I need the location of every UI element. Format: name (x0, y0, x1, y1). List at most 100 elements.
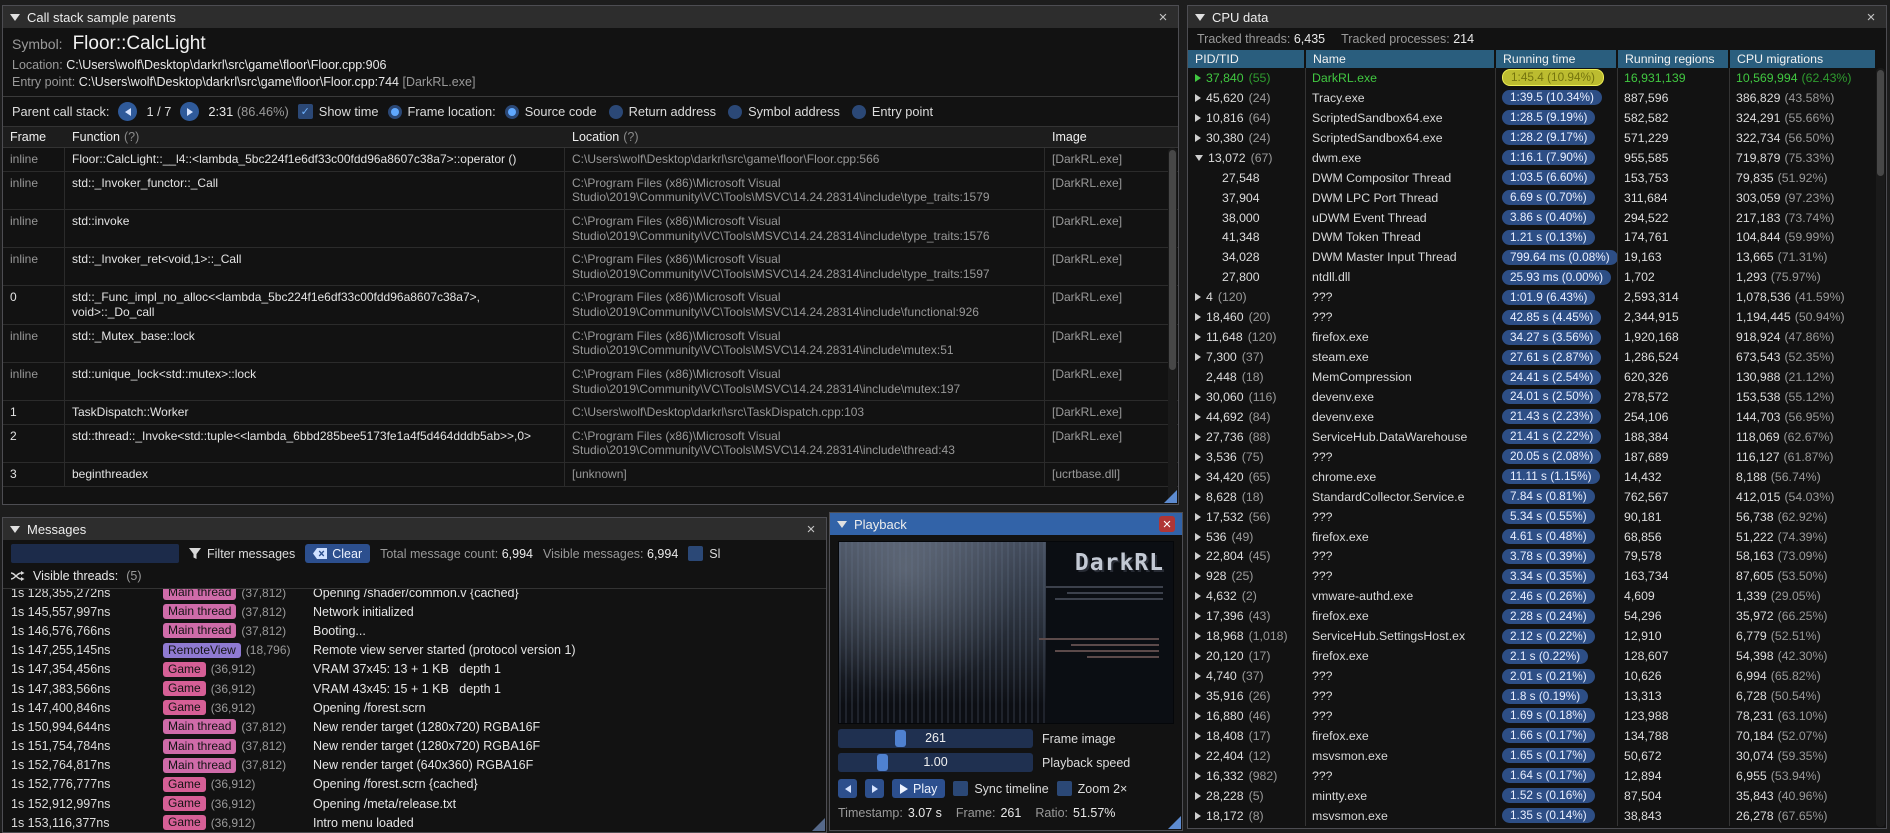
callstack-row[interactable]: 0 std::_Func_impl_no_alloc<<lambda_5bc224… (3, 286, 1178, 325)
expand-arrow-icon[interactable] (1195, 632, 1201, 641)
close-icon[interactable]: × (1159, 516, 1175, 532)
callstack-row[interactable]: inline Floor::CalcLight::__l4::<lambda_5b… (3, 148, 1178, 172)
callstack-row[interactable]: 1 TaskDispatch::Worker C:\Users\wolf\Deskt… (3, 401, 1178, 425)
radio-icon[interactable] (728, 104, 743, 119)
messages-titlebar[interactable]: Messages × (3, 518, 826, 540)
cpu-row[interactable]: 11,648 (120) firefox.exe 34.27 s (3.56%) 1,9… (1188, 327, 1877, 348)
expand-arrow-icon[interactable] (1195, 412, 1201, 421)
cpu-row[interactable]: 8,628 (18) StandardCollector.Service.e 7.84… (1188, 486, 1877, 507)
expand-arrow-icon[interactable] (1195, 293, 1201, 302)
cpu-titlebar[interactable]: CPU data × (1188, 6, 1886, 28)
checkbox-icon[interactable] (1056, 781, 1072, 796)
message-row[interactable]: 1s 150,994,644ns Main thread (37,812) New r… (3, 717, 826, 736)
column-header-cpu-migrations[interactable]: CPU migrations (1730, 50, 1877, 68)
cpu-scrollbar[interactable] (1876, 68, 1885, 827)
resize-grip[interactable] (812, 818, 825, 831)
radio-icon[interactable] (504, 104, 519, 119)
cpu-row[interactable]: 928 (25)??? 3.34 s (0.35%) 163,734 87,605 (53… (1188, 566, 1877, 587)
radio-option[interactable]: Symbol address (728, 104, 840, 119)
message-row[interactable]: 1s 147,255,145ns RemoteView (18,796) Remote… (3, 641, 826, 660)
column-header-running-regions[interactable]: Running regions (1618, 50, 1730, 68)
collapse-arrow-icon[interactable] (837, 520, 847, 528)
callstack-row[interactable]: inline std::_Mutex_base::lock C:\Program F… (3, 324, 1178, 363)
message-row[interactable]: 1s 128,355,272ns Main thread (37,812) Openi… (3, 589, 826, 602)
expand-arrow-icon[interactable] (1195, 452, 1201, 461)
checkbox-icon[interactable]: ✓ (297, 104, 313, 119)
message-row[interactable]: 1s 152,776,777ns Game (36,912) Opening /for… (3, 775, 826, 794)
expand-arrow-icon[interactable] (1195, 592, 1201, 601)
play-button[interactable]: Play (892, 779, 946, 798)
collapse-arrow-icon[interactable] (1195, 154, 1203, 161)
checkbox-icon[interactable] (953, 781, 969, 796)
cpu-row[interactable]: 44,692 (84) devenv.exe 21.43 s (2.23%) 254,1… (1188, 406, 1877, 427)
expand-arrow-icon[interactable] (1195, 572, 1201, 581)
playback-titlebar[interactable]: Playback × (830, 513, 1182, 535)
cpu-row[interactable]: 41,348 DWM Token Thread 1.21 s (0.13%) 174,… (1188, 227, 1877, 248)
clipped-checkbox[interactable]: Sl (688, 546, 720, 561)
cpu-row[interactable]: 3,536 (75)??? 20.05 s (2.08%) 187,689 116,12… (1188, 446, 1877, 467)
cpu-row[interactable]: 18,172 (8) msvsmon.exe 1.35 s (0.14%) 38,843… (1188, 805, 1877, 826)
cpu-row[interactable]: 27,548 DWM Compositor Thread 1:03.5 (6.60%… (1188, 167, 1877, 188)
column-header-function[interactable]: Function (?) (65, 127, 565, 147)
expand-arrow-icon[interactable] (1195, 392, 1201, 401)
checkbox-icon[interactable] (688, 546, 704, 561)
expand-arrow-icon[interactable] (1195, 731, 1201, 740)
playback-speed-slider[interactable]: 1.00 (838, 753, 1033, 772)
cpu-row[interactable]: 45,620 (24) Tracy.exe 1:39.5 (10.34%) 887,59… (1188, 87, 1877, 108)
cpu-row[interactable]: 37,904 DWM LPC Port Thread 6.69 s (0.70%) 3… (1188, 187, 1877, 208)
cpu-row[interactable]: 16,880 (46)??? 1.69 s (0.18%) 123,988 78,231… (1188, 706, 1877, 726)
close-icon[interactable]: × (1863, 9, 1879, 25)
filter-input[interactable] (11, 544, 179, 563)
callstack-row[interactable]: 3 beginthreadex [unknown] [ucrtbase.dll] (3, 463, 1178, 487)
message-row[interactable]: 1s 147,383,566ns Game (36,912) VRAM 43x45: … (3, 679, 826, 698)
column-header-pid[interactable]: PID/TID (1188, 50, 1306, 68)
cpu-row[interactable]: 34,028 DWM Master Input Thread 799.64 ms (… (1188, 247, 1877, 268)
cpu-row[interactable]: 37,840 (55) DarkRL.exe 1:45.4 (10.94%) 16,93… (1188, 68, 1877, 88)
cpu-row[interactable]: 30,380 (24) ScriptedSandbox64.exe 1:28.2 (9… (1188, 127, 1877, 148)
cpu-row[interactable]: 20,120 (17) firefox.exe 2.1 s (0.22%) 128,60… (1188, 646, 1877, 667)
message-row[interactable]: 1s 147,400,846ns Game (36,912) Opening /for… (3, 698, 826, 717)
expand-arrow-icon[interactable] (1195, 73, 1201, 82)
messages-list[interactable]: 1s 128,355,272ns Main thread (37,812) Openi… (3, 589, 826, 832)
column-header-name[interactable]: Name (1306, 50, 1496, 68)
message-row[interactable]: 1s 153,116,377ns Game (36,912) Intro menu l… (3, 813, 826, 832)
callstack-row[interactable]: 2 std::thread::_Invoke<std::tuple<<lambda… (3, 424, 1178, 463)
next-callstack-button[interactable] (180, 102, 200, 121)
column-header-image[interactable]: Image (1045, 127, 1178, 147)
cpu-row[interactable]: 22,404 (12) msvsmon.exe 1.65 s (0.17%) 50,67… (1188, 745, 1877, 766)
radio-option[interactable]: Source code (504, 104, 597, 119)
message-row[interactable]: 1s 152,764,817ns Main thread (37,812) New r… (3, 756, 826, 775)
cpu-row[interactable]: 10,816 (64) ScriptedSandbox64.exe 1:28.5 (9… (1188, 107, 1877, 128)
cpu-row[interactable]: 18,460 (20)??? 42.85 s (4.45%) 2,344,915 1,1… (1188, 307, 1877, 328)
callstack-row[interactable]: inline std::_Invoker_ret<void,1>::_Call C:… (3, 248, 1178, 287)
column-header-frame[interactable]: Frame (3, 127, 65, 147)
radio-icon[interactable] (608, 104, 623, 119)
cpu-row[interactable]: 16,332 (982)??? 1.64 s (0.17%) 12,894 6,955(… (1188, 765, 1877, 786)
expand-arrow-icon[interactable] (1195, 93, 1201, 102)
frame-image-slider[interactable]: 261 (838, 729, 1033, 748)
cpu-row[interactable]: 27,800 ntdll.dll 25.93 ms (0.00%) 1,702 1,29… (1188, 267, 1877, 288)
visible-threads-label[interactable]: Visible threads: (33, 569, 118, 583)
collapse-arrow-icon[interactable] (10, 525, 20, 533)
show-time-checkbox[interactable]: ✓ Show time (297, 104, 379, 119)
scrollbar-thumb[interactable] (1877, 70, 1884, 177)
expand-arrow-icon[interactable] (1195, 791, 1201, 800)
expand-arrow-icon[interactable] (1195, 512, 1201, 521)
expand-arrow-icon[interactable] (1195, 313, 1201, 322)
expand-arrow-icon[interactable] (1195, 612, 1201, 621)
radio-option[interactable]: Entry point (851, 104, 933, 119)
callstack-row[interactable]: inline std::invoke C:\Program Files (x86)\… (3, 209, 1178, 249)
message-row[interactable]: 1s 152,912,997ns Game (36,912) Opening /met… (3, 794, 826, 813)
column-header-location[interactable]: Location (?) (565, 127, 1045, 147)
expand-arrow-icon[interactable] (1195, 492, 1201, 501)
cpu-row[interactable]: 35,916 (26)??? 1.8 s (0.19%) 13,313 6,728 (50… (1188, 686, 1877, 706)
sync-timeline-checkbox[interactable]: Sync timeline (953, 781, 1049, 796)
close-icon[interactable]: × (1155, 9, 1171, 25)
expand-arrow-icon[interactable] (1195, 711, 1201, 720)
resize-grip[interactable] (1164, 490, 1177, 503)
prev-callstack-button[interactable] (118, 102, 138, 121)
expand-arrow-icon[interactable] (1195, 532, 1201, 541)
expand-arrow-icon[interactable] (1195, 113, 1201, 122)
expand-arrow-icon[interactable] (1195, 751, 1201, 760)
message-row[interactable]: 1s 145,557,997ns Main thread (37,812) Netwo… (3, 602, 826, 621)
